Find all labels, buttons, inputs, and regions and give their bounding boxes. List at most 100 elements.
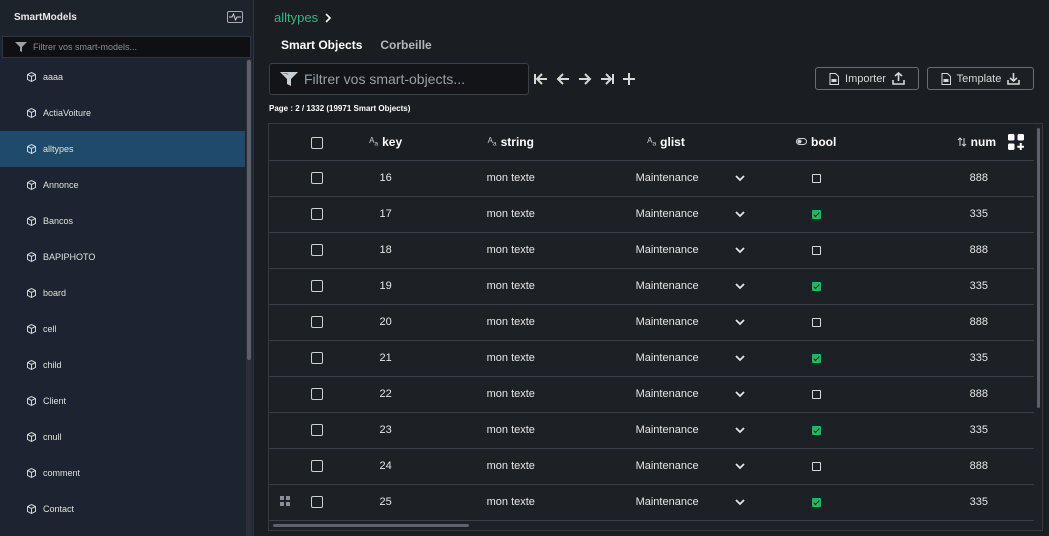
cell-num[interactable]: 335 [883, 484, 1034, 521]
cell-glist[interactable]: Maintenance [583, 340, 749, 377]
chevron-down-icon[interactable] [734, 390, 745, 398]
row-checkbox[interactable] [311, 244, 324, 257]
cell-glist[interactable]: Maintenance [583, 412, 749, 449]
cell-glist[interactable]: Maintenance [583, 232, 749, 269]
chevron-down-icon[interactable] [734, 426, 745, 434]
cell-glist[interactable]: Maintenance [583, 268, 749, 305]
search-box[interactable] [269, 63, 529, 95]
cell-num[interactable]: 888 [883, 232, 1034, 269]
cell-string[interactable]: mon texte [438, 268, 584, 305]
tab-trash[interactable]: Corbeille [380, 38, 431, 52]
import-button[interactable]: Importer [815, 67, 919, 90]
cell-bool[interactable] [748, 232, 884, 269]
sidebar-item[interactable]: Client [0, 383, 245, 419]
prev-page-icon[interactable] [555, 71, 570, 86]
collapse-sidebar-icon[interactable] [227, 11, 243, 23]
cell-num[interactable]: 888 [883, 304, 1034, 341]
add-icon[interactable] [621, 71, 636, 86]
table-row[interactable]: 20 mon texte Maintenance 888 [269, 304, 1034, 341]
sidebar-item[interactable]: ActiaVoiture [0, 95, 245, 131]
add-column-icon[interactable] [1008, 133, 1024, 150]
bool-checkbox[interactable] [811, 245, 821, 255]
cell-glist[interactable]: Maintenance [583, 484, 749, 521]
first-page-icon[interactable] [533, 71, 548, 86]
header-bool[interactable]: bool [748, 124, 884, 161]
table-row[interactable]: 19 mon texte Maintenance 335 [269, 268, 1034, 305]
sidebar-item[interactable]: aaaa [0, 59, 245, 95]
chevron-down-icon[interactable] [734, 498, 745, 506]
cell-key[interactable]: 25 [333, 484, 439, 521]
sidebar-item[interactable]: Bancos [0, 203, 245, 239]
template-button[interactable]: Template [927, 67, 1034, 90]
horizontal-scrollbar-thumb[interactable] [273, 524, 469, 527]
chevron-down-icon[interactable] [734, 246, 745, 254]
cell-bool[interactable] [748, 484, 884, 521]
row-checkbox[interactable] [311, 352, 324, 365]
cell-bool[interactable] [748, 448, 884, 485]
cell-key[interactable]: 16 [333, 160, 439, 197]
bool-checkbox[interactable] [811, 389, 821, 399]
table-row[interactable]: 23 mon texte Maintenance 335 [269, 412, 1034, 449]
cell-bool[interactable] [748, 160, 884, 197]
cell-string[interactable]: mon texte [438, 484, 584, 521]
cell-key[interactable]: 23 [333, 412, 439, 449]
sidebar-item[interactable]: BAPIPHOTO [0, 239, 245, 275]
row-checkbox[interactable] [311, 172, 324, 185]
bool-checkbox[interactable] [811, 425, 821, 435]
cell-bool[interactable] [748, 340, 884, 377]
cell-glist[interactable]: Maintenance [583, 448, 749, 485]
chevron-down-icon[interactable] [734, 210, 745, 218]
cell-string[interactable]: mon texte [438, 376, 584, 413]
vertical-scrollbar-thumb[interactable] [1037, 128, 1040, 408]
cell-bool[interactable] [748, 196, 884, 233]
sidebar-item[interactable]: Annonce [0, 167, 245, 203]
cell-glist[interactable]: Maintenance [583, 160, 749, 197]
cell-num[interactable]: 888 [883, 376, 1034, 413]
select-all-checkbox[interactable] [311, 136, 324, 149]
cell-num[interactable]: 335 [883, 268, 1034, 305]
drag-handle-icon[interactable] [280, 495, 291, 506]
header-glist[interactable]: Aa glist [583, 124, 749, 161]
cell-num[interactable]: 335 [883, 340, 1034, 377]
cell-bool[interactable] [748, 268, 884, 305]
tab-smart-objects[interactable]: Smart Objects [281, 38, 362, 52]
table-row[interactable]: 24 mon texte Maintenance 888 [269, 448, 1034, 485]
chevron-down-icon[interactable] [734, 462, 745, 470]
cell-key[interactable]: 18 [333, 232, 439, 269]
bool-checkbox[interactable] [811, 317, 821, 327]
row-checkbox[interactable] [311, 208, 324, 221]
row-checkbox[interactable] [311, 496, 324, 509]
cell-string[interactable]: mon texte [438, 448, 584, 485]
header-string[interactable]: Aa string [438, 124, 584, 161]
table-row[interactable]: 16 mon texte Maintenance 888 [269, 160, 1034, 197]
cell-string[interactable]: mon texte [438, 232, 584, 269]
cell-string[interactable]: mon texte [438, 160, 584, 197]
cell-key[interactable]: 22 [333, 376, 439, 413]
sidebar-filter-input[interactable] [33, 42, 233, 52]
bool-checkbox[interactable] [811, 461, 821, 471]
cell-string[interactable]: mon texte [438, 340, 584, 377]
header-num[interactable]: num [883, 124, 1034, 161]
cell-num[interactable]: 335 [883, 412, 1034, 449]
last-page-icon[interactable] [599, 71, 614, 86]
cell-key[interactable]: 17 [333, 196, 439, 233]
sidebar-item[interactable]: child [0, 347, 245, 383]
table-row[interactable]: 25 mon texte Maintenance 335 [269, 484, 1034, 521]
breadcrumb-current[interactable]: alltypes [274, 10, 318, 25]
cell-key[interactable]: 20 [333, 304, 439, 341]
bool-checkbox[interactable] [811, 497, 821, 507]
cell-string[interactable]: mon texte [438, 412, 584, 449]
cell-glist[interactable]: Maintenance [583, 376, 749, 413]
bool-checkbox[interactable] [811, 281, 821, 291]
sidebar-item[interactable]: cnull [0, 419, 245, 455]
bool-checkbox[interactable] [811, 209, 821, 219]
cell-num[interactable]: 888 [883, 160, 1034, 197]
table-row[interactable]: 21 mon texte Maintenance 335 [269, 340, 1034, 377]
table-row[interactable]: 17 mon texte Maintenance 335 [269, 196, 1034, 233]
cell-bool[interactable] [748, 304, 884, 341]
sidebar-item[interactable]: alltypes [0, 131, 245, 167]
cell-bool[interactable] [748, 376, 884, 413]
sidebar-item[interactable]: comment [0, 455, 245, 491]
sidebar-scrollbar-thumb[interactable] [247, 60, 251, 360]
sidebar-item[interactable]: board [0, 275, 245, 311]
